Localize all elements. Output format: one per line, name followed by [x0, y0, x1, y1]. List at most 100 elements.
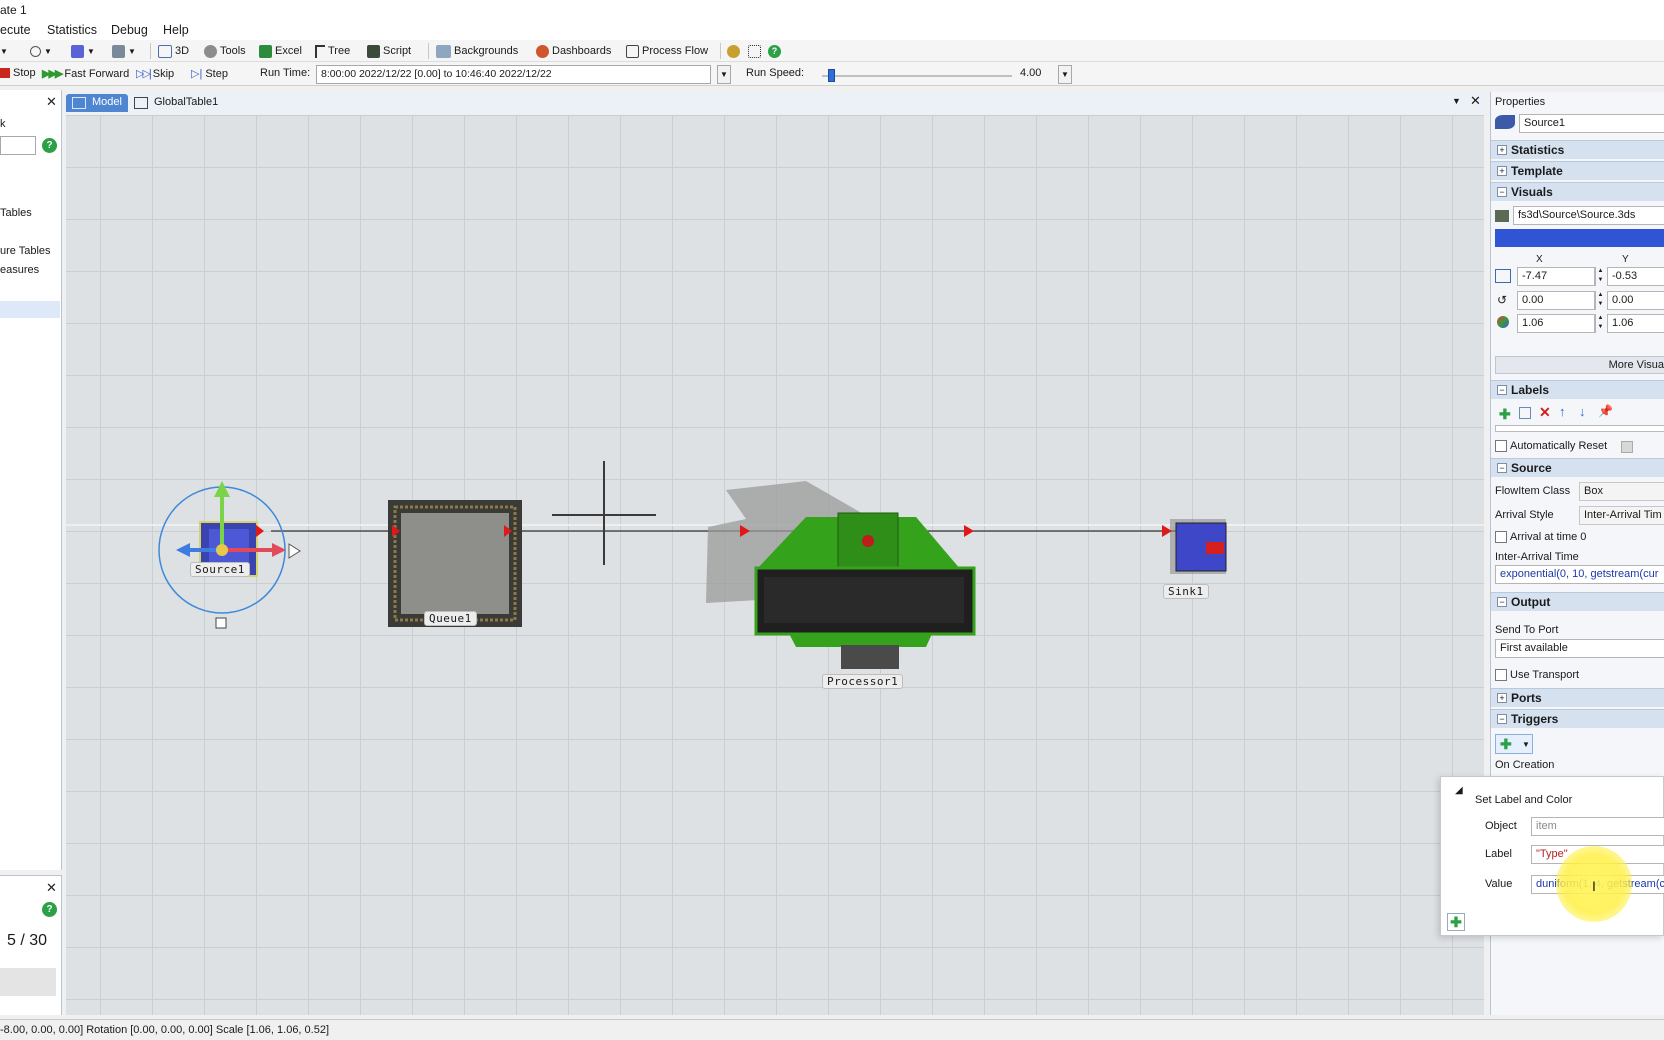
toolbar-processflow-button[interactable]: Process Flow: [626, 43, 708, 59]
position-x-input[interactable]: -7.47: [1517, 267, 1595, 286]
run-speed-dropdown[interactable]: ▼: [1058, 65, 1072, 84]
object-name-field[interactable]: Source1: [1519, 114, 1664, 133]
stop-button[interactable]: Stop: [0, 67, 36, 79]
library-selected-item[interactable]: [0, 301, 60, 318]
size-x-input[interactable]: 1.06: [1517, 314, 1595, 333]
processor1-object[interactable]: [706, 481, 976, 669]
menu-debug[interactable]: Debug: [111, 23, 148, 37]
tab-globaltable1[interactable]: GlobalTable1: [128, 94, 224, 112]
add-icon: ✚: [1500, 736, 1512, 752]
source1-object[interactable]: [158, 481, 301, 629]
position-y-input[interactable]: -0.53: [1607, 267, 1664, 286]
connect-tool-icon[interactable]: ▼: [30, 43, 52, 59]
move-down-icon[interactable]: ↓: [1579, 404, 1586, 419]
more-visuals-button[interactable]: More Visua: [1495, 356, 1664, 374]
run-time-label: Run Time:: [260, 67, 311, 79]
view-tool-icon[interactable]: ▼: [112, 43, 136, 59]
section-source[interactable]: − Source: [1491, 458, 1664, 477]
close-icon[interactable]: ✕: [46, 94, 57, 110]
library-item-measures[interactable]: easures: [0, 264, 39, 276]
flowitem-class-label: FlowItem Class: [1495, 485, 1571, 497]
toolbar-tree-button[interactable]: Tree: [315, 43, 350, 59]
step-button[interactable]: ▷| Step: [191, 67, 228, 81]
size-y-input[interactable]: 1.06: [1607, 314, 1664, 333]
color-tool-icon[interactable]: ▼: [71, 43, 95, 59]
section-template[interactable]: + Template: [1491, 161, 1664, 180]
properties-title: Properties: [1495, 96, 1546, 108]
close-icon[interactable]: ✕: [46, 880, 57, 896]
run-time-dropdown[interactable]: ▼: [717, 65, 731, 84]
run-time-field[interactable]: 8:00:00 2022/12/22 [0.00] to 10:46:40 20…: [316, 65, 711, 84]
toolbar-dashboards-button[interactable]: Dashboards: [536, 43, 611, 59]
library-search-input[interactable]: [0, 136, 36, 155]
add-icon[interactable]: ✚: [1447, 913, 1465, 931]
arrival-style-select[interactable]: Inter-Arrival Tim: [1579, 506, 1664, 525]
color-swatch[interactable]: [1495, 229, 1664, 247]
rotation-y-input[interactable]: 0.00: [1607, 291, 1664, 310]
skip-button[interactable]: ▷▷| Skip: [136, 67, 174, 81]
object-field[interactable]: item: [1531, 817, 1664, 836]
delete-label-icon[interactable]: ✕: [1539, 404, 1551, 421]
toolbar-backgrounds-button[interactable]: Backgrounds: [436, 43, 518, 59]
section-labels[interactable]: − Labels: [1491, 380, 1664, 399]
toolbar-dropdown-1[interactable]: ▼: [0, 43, 8, 59]
library-item-tables[interactable]: Tables: [0, 207, 32, 219]
section-output[interactable]: − Output: [1491, 592, 1664, 611]
run-speed-slider[interactable]: [822, 75, 1012, 77]
flowitem-class-select[interactable]: Box: [1579, 482, 1664, 501]
settings-gear-icon[interactable]: [727, 43, 740, 59]
add-trigger-button[interactable]: ✚ ▼: [1495, 734, 1533, 754]
pin-icon[interactable]: 📌: [1598, 404, 1613, 418]
rotation-x-input[interactable]: 0.00: [1517, 291, 1595, 310]
labels-list[interactable]: [1495, 425, 1664, 432]
section-ports[interactable]: + Ports: [1491, 688, 1664, 707]
queue1-object[interactable]: [388, 500, 522, 627]
inter-arrival-field[interactable]: exponential(0, 10, getstream(cur: [1495, 565, 1664, 584]
section-visuals[interactable]: − Visuals: [1491, 182, 1664, 201]
menu-statistics[interactable]: Statistics: [47, 23, 97, 37]
send-to-port-field[interactable]: First available: [1495, 639, 1664, 658]
bottom-panel-bar[interactable]: [0, 968, 56, 996]
tab-model[interactable]: Model: [66, 94, 128, 112]
toolbar-tools-button[interactable]: Tools: [204, 43, 246, 59]
toolbar-excel-button[interactable]: Excel: [259, 43, 302, 59]
sink1-object[interactable]: [1162, 519, 1227, 574]
help-icon[interactable]: ?: [42, 138, 57, 153]
use-transport-label: Use Transport: [1510, 669, 1580, 681]
library-tab[interactable]: k: [0, 118, 6, 130]
skip-icon: ▷▷|: [136, 68, 152, 80]
section-triggers[interactable]: − Triggers: [1491, 709, 1664, 728]
tab-list-dropdown[interactable]: ▼: [1452, 96, 1461, 106]
run-speed-value: 4.00: [1020, 67, 1042, 79]
position-x-spinner[interactable]: ▲ ▼: [1595, 267, 1605, 286]
arrival-style-label: Arrival Style: [1495, 509, 1554, 521]
run-speed-slider-thumb[interactable]: [828, 69, 835, 82]
library-item-ure-tables[interactable]: ure Tables: [0, 245, 51, 257]
save-icon[interactable]: [1621, 441, 1633, 453]
fast-forward-button[interactable]: ▶▶▶ Fast Forward: [42, 67, 129, 81]
add-label-icon[interactable]: ✚: [1499, 406, 1511, 423]
arrival-time0-checkbox[interactable]: [1495, 531, 1507, 543]
trigger-popup: ◢ Set Label and Color Object item Label …: [1440, 776, 1664, 936]
section-statistics[interactable]: + Statistics: [1491, 140, 1664, 159]
help-icon[interactable]: ?: [42, 902, 57, 917]
close-icon[interactable]: ✕: [1470, 93, 1481, 109]
toolbar-script-button[interactable]: Script: [367, 43, 411, 59]
shape-file-field[interactable]: fs3d\Source\Source.3ds: [1513, 206, 1664, 225]
copy-label-icon[interactable]: [1519, 407, 1531, 419]
help-icon[interactable]: ?: [768, 43, 781, 59]
move-up-icon[interactable]: ↑: [1559, 404, 1566, 419]
toolbar-3d-button[interactable]: 3D: [158, 43, 189, 59]
auto-reset-checkbox[interactable]: [1495, 440, 1507, 452]
window-title: ate 1: [0, 3, 27, 17]
rotation-x-spinner[interactable]: ▲ ▼: [1595, 291, 1605, 310]
scale-icon: [1497, 316, 1509, 328]
hierarchy-icon[interactable]: [748, 43, 761, 59]
size-x-spinner[interactable]: ▲ ▼: [1595, 314, 1605, 333]
menu-help[interactable]: Help: [163, 23, 189, 37]
menu-execute[interactable]: ecute: [0, 23, 31, 37]
use-transport-checkbox[interactable]: [1495, 669, 1507, 681]
model-3d-view[interactable]: Source1 Queue1 Processor1 Sink1: [66, 115, 1484, 1015]
collapse-icon[interactable]: ◢: [1455, 785, 1463, 796]
run-speed-label: Run Speed:: [746, 67, 805, 79]
